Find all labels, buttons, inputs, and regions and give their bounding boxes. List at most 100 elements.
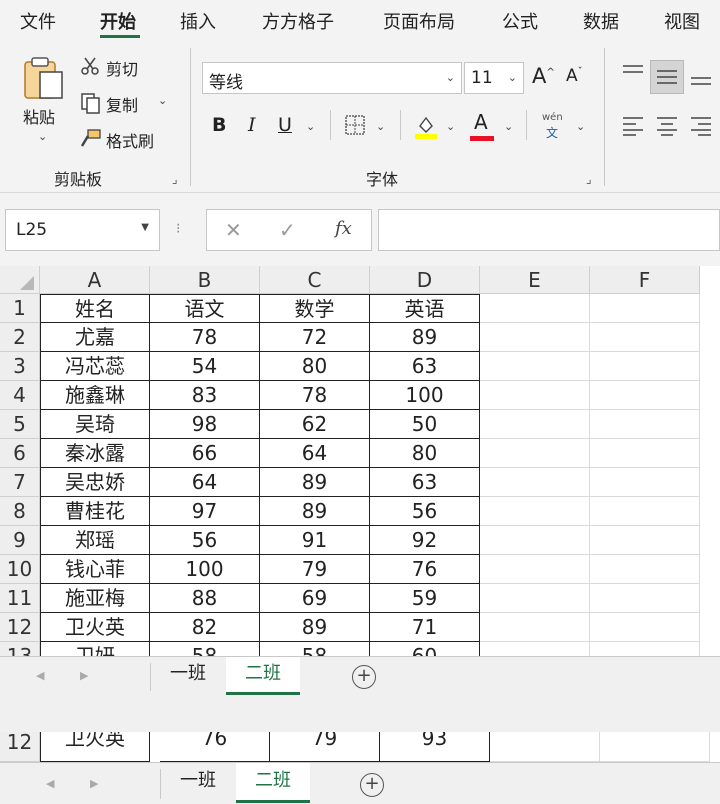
borders-icon[interactable] — [344, 114, 366, 136]
decrease-font-button[interactable]: Aˇ — [566, 66, 583, 86]
row-header[interactable]: 11 — [0, 584, 40, 613]
insert-function-icon[interactable]: fx — [335, 218, 352, 239]
menu-fangfang[interactable]: 方方格子 — [262, 8, 334, 34]
font-name-select[interactable]: 等线 ⌄ — [202, 62, 462, 94]
cell[interactable] — [480, 468, 590, 497]
italic-button[interactable]: I — [248, 114, 256, 136]
cell[interactable]: 吴忠娇 — [40, 468, 150, 497]
cell[interactable] — [590, 555, 700, 584]
clipboard-launcher-icon[interactable]: ⌟ — [172, 172, 178, 186]
row-header[interactable]: 13 — [0, 642, 40, 656]
cell[interactable]: 80 — [370, 439, 480, 468]
cell[interactable]: 71 — [370, 613, 480, 642]
cancel-icon[interactable]: ✕ — [225, 218, 242, 242]
lower-sheet-tab-class1[interactable]: 一班 — [162, 763, 234, 803]
cell[interactable]: 98 — [150, 410, 260, 439]
cell[interactable] — [600, 732, 710, 762]
cell[interactable] — [590, 294, 700, 323]
cell[interactable] — [490, 732, 600, 762]
cell[interactable]: 78 — [150, 323, 260, 352]
fill-color-dropdown-icon[interactable]: ⌄ — [446, 120, 455, 133]
cell[interactable] — [480, 410, 590, 439]
cell[interactable]: 卫妍 — [40, 642, 150, 656]
next-sheet-arrow-icon[interactable]: ▶ — [90, 777, 98, 790]
cell[interactable] — [480, 526, 590, 555]
copy-dropdown-icon[interactable]: ⌄ — [158, 94, 167, 107]
cell[interactable] — [480, 294, 590, 323]
column-header-b[interactable]: B — [150, 266, 260, 294]
font-size-select[interactable]: 11 ⌄ — [464, 62, 524, 94]
cell[interactable] — [590, 613, 700, 642]
font-color-button[interactable]: A — [474, 110, 488, 134]
row-header[interactable]: 9 — [0, 526, 40, 555]
menu-data[interactable]: 数据 — [583, 8, 619, 34]
add-sheet-icon[interactable]: + — [360, 773, 384, 797]
fill-color-icon[interactable] — [414, 112, 438, 140]
cell[interactable]: 尤嘉 — [40, 323, 150, 352]
row-header[interactable]: 8 — [0, 497, 40, 526]
cell[interactable] — [480, 439, 590, 468]
font-launcher-icon[interactable]: ⌟ — [586, 172, 592, 186]
align-right-icon[interactable] — [690, 116, 712, 136]
enter-icon[interactable]: ✓ — [279, 218, 296, 242]
row-header[interactable]: 6 — [0, 439, 40, 468]
cell[interactable]: 56 — [150, 526, 260, 555]
row-header[interactable]: 12 — [0, 732, 40, 762]
cell[interactable] — [590, 381, 700, 410]
cell[interactable]: 89 — [370, 323, 480, 352]
cell[interactable]: 79 — [260, 555, 370, 584]
cell[interactable]: 69 — [260, 584, 370, 613]
row-header[interactable]: 4 — [0, 381, 40, 410]
align-bottom-icon[interactable] — [690, 70, 712, 86]
cell[interactable] — [480, 352, 590, 381]
cell[interactable]: 54 — [150, 352, 260, 381]
cell[interactable] — [590, 497, 700, 526]
cell[interactable]: 97 — [150, 497, 260, 526]
lower-sheet-tab-class2[interactable]: 二班 — [236, 763, 310, 803]
cell[interactable]: 语文 — [150, 294, 260, 323]
align-middle-button[interactable] — [650, 60, 684, 94]
menu-formulas[interactable]: 公式 — [502, 8, 538, 34]
underline-button[interactable]: U — [278, 114, 292, 136]
next-sheet-arrow-icon[interactable]: ▶ — [80, 669, 88, 682]
format-painter-button[interactable]: 格式刷 — [106, 128, 154, 152]
cell[interactable] — [480, 555, 590, 584]
cell[interactable]: 100 — [370, 381, 480, 410]
cell[interactable]: 吴琦 — [40, 410, 150, 439]
cell[interactable]: 英语 — [370, 294, 480, 323]
column-header-c[interactable]: C — [260, 266, 370, 294]
cell[interactable] — [590, 468, 700, 497]
cell[interactable]: 63 — [370, 468, 480, 497]
cell[interactable]: 100 — [150, 555, 260, 584]
sheet-tab-class1[interactable]: 一班 — [152, 657, 224, 695]
drag-handle-icon[interactable]: ⁝ — [176, 221, 180, 237]
paste-dropdown-icon[interactable]: ⌄ — [38, 130, 47, 143]
cell[interactable]: 58 — [260, 642, 370, 656]
font-color-dropdown-icon[interactable]: ⌄ — [504, 120, 513, 133]
cell[interactable]: 施亚梅 — [40, 584, 150, 613]
cell[interactable]: 64 — [150, 468, 260, 497]
formula-input[interactable] — [378, 209, 720, 251]
sheet-tab-class2[interactable]: 二班 — [226, 657, 300, 695]
cell[interactable]: 钱心菲 — [40, 555, 150, 584]
phonetic-button[interactable]: wén — [542, 112, 563, 123]
prev-sheet-arrow-icon[interactable]: ◀ — [46, 777, 54, 790]
cell[interactable]: 60 — [370, 642, 480, 656]
cell[interactable]: 64 — [260, 439, 370, 468]
cell[interactable]: 80 — [260, 352, 370, 381]
cell[interactable]: 92 — [370, 526, 480, 555]
cell[interactable] — [590, 584, 700, 613]
cell[interactable] — [480, 642, 590, 656]
column-header-a[interactable]: A — [40, 266, 150, 294]
increase-font-button[interactable]: A^ — [532, 64, 555, 88]
phonetic-dropdown-icon[interactable]: ⌄ — [576, 120, 585, 133]
cell[interactable]: 62 — [260, 410, 370, 439]
cell[interactable]: 88 — [150, 584, 260, 613]
align-top-icon[interactable] — [622, 64, 644, 80]
cell[interactable]: 郑瑶 — [40, 526, 150, 555]
cell[interactable]: 曹桂花 — [40, 497, 150, 526]
align-center-icon[interactable] — [656, 116, 678, 136]
name-box[interactable]: L25 ▼ — [5, 209, 160, 251]
row-header[interactable]: 7 — [0, 468, 40, 497]
cell[interactable] — [590, 642, 700, 656]
